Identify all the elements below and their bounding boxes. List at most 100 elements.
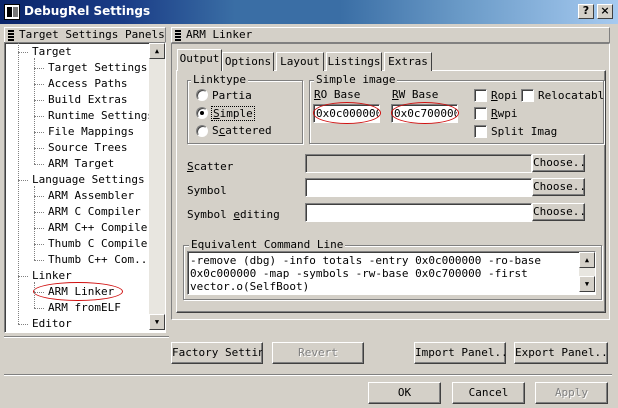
tree-connector [34,116,44,117]
tree-connector [34,196,44,197]
tab-listings[interactable]: Listings [326,52,382,71]
tree-item-label: File Mappings [48,125,135,138]
scroll-up-icon[interactable]: ▲ [579,252,595,268]
tree-item-label: Build Extras [48,93,128,106]
tree-connector [34,260,44,261]
tree-item[interactable]: ARM C++ Compiler [48,220,149,236]
grip-icon [175,30,181,41]
tree-item[interactable]: Access Paths [48,76,127,92]
panel-title: ARM Linker [186,28,253,41]
radio-simple[interactable] [196,107,208,119]
symbol-editing-choose-button[interactable]: Choose... [532,203,585,221]
symbol-choose-button[interactable]: Choose... [532,178,585,196]
ok-button[interactable]: OK [368,382,441,404]
tree-item-label: Thumb C Compiler [48,237,149,250]
tree-connector [34,58,35,164]
scatter-choose-button[interactable]: Choose... [532,154,585,172]
tree-scrollbar[interactable]: ▲ ▼ [149,43,165,330]
tree-item-label: Access Paths [48,77,128,90]
tree-connector [18,180,28,181]
radio-partial[interactable] [196,89,208,101]
symbol-editing-label: Symbol editing [187,208,280,221]
tab-options[interactable]: Options [222,52,274,71]
tree-connector [34,308,44,309]
rw-base-label: RW Base [392,88,439,101]
radio-scattered[interactable] [196,125,208,137]
tab-output[interactable]: Output [177,49,222,71]
title-bar[interactable]: DebugRel Settings ? × [0,0,618,24]
tree-item[interactable]: File Mappings [48,124,134,140]
scatter-input[interactable] [305,154,532,173]
tree-category[interactable]: Target [32,44,72,60]
scroll-down-icon[interactable]: ▼ [149,314,165,330]
tree-connector [34,132,44,133]
tree-category[interactable]: Editor [32,316,72,330]
tree-item[interactable]: ARM Target [48,156,114,172]
factory-settings-button[interactable]: Factory Settings [171,342,263,364]
tree-connector [18,52,28,53]
tree-connector [18,43,19,324]
rw-annotation-ellipse [391,102,459,124]
rwpi-checkbox[interactable] [474,107,487,120]
tree-panel-header: Target Settings Panels [4,27,166,43]
grip-icon [8,30,14,41]
revert-button[interactable]: Revert [272,342,364,364]
tree-item-label: Source Trees [48,141,128,154]
tree-item[interactable]: Source Trees [48,140,127,156]
tree-connector [34,244,44,245]
apply-button[interactable]: Apply [535,382,608,404]
tab-layout[interactable]: Layout [276,52,324,71]
command-line-scrollbar[interactable]: ▲ ▼ [579,252,595,292]
symbol-editing-input[interactable] [305,203,532,222]
relocatable-checkbox[interactable] [521,89,534,102]
command-line-text[interactable]: -remove (dbg) -info totals -entry 0x0c00… [187,251,596,295]
tree-item[interactable]: Thumb C Compiler [48,236,149,252]
tree-item-label: Target Settings [48,61,148,74]
separator [4,374,612,376]
tree-item-label: Runtime Settings [48,109,149,122]
command-line-row: -remove (dbg) -info totals -entry 0x0c00… [190,254,541,267]
tree-item[interactable]: ARM C Compiler [48,204,141,220]
radio-simple-label: Simple [211,106,255,121]
tree-item-label: ARM Target [48,157,115,170]
scroll-down-icon[interactable]: ▼ [579,276,595,292]
cancel-button[interactable]: Cancel [452,382,525,404]
radio-partial-label: Partia [212,89,252,102]
command-line-lines: -remove (dbg) -info totals -entry 0x0c00… [190,254,541,293]
tree-item[interactable]: Target Settings [48,60,147,76]
tree-item-label: ARM C++ Compiler [48,221,149,234]
close-button[interactable]: × [597,4,613,19]
scroll-up-icon[interactable]: ▲ [149,43,165,59]
tree-item-label: Target [32,45,72,58]
split-image-label: Split Imag [491,125,558,138]
symbol-input[interactable] [305,178,532,197]
tree-panel-title: Target Settings Panels [19,28,165,41]
linktype-legend: Linktype [191,73,248,86]
ro-base-label: RO Base [314,88,361,101]
tree-item-label: Thumb C++ Com... [48,253,149,266]
settings-tree[interactable]: Target Target Settings Access Paths Build E… [4,42,166,333]
tree-connector [18,324,28,325]
tree-item[interactable]: Thumb C++ Com... [48,252,149,268]
tree-item-label: ARM C Compiler [48,205,141,218]
rwpi-label: Rwpi [491,107,518,120]
tree-item[interactable]: Build Extras [48,92,127,108]
scatter-label: Scatter [187,160,234,173]
tree-connector [34,282,35,308]
app-icon [4,4,20,20]
selection-annotation-ellipse [33,282,123,301]
separator [4,336,169,338]
tree-connector [34,148,44,149]
ropi-checkbox[interactable] [474,89,487,102]
split-image-checkbox[interactable] [474,125,487,138]
window-title: DebugRel Settings [24,4,151,18]
tree-item[interactable]: Runtime Settings [48,108,149,124]
help-button[interactable]: ? [578,4,594,19]
tree-category[interactable]: Language Settings [32,172,145,188]
tree-item[interactable]: ARM fromELF [48,300,121,316]
tree-item[interactable]: ARM Assembler [48,188,134,204]
import-panel-button[interactable]: Import Panel... [414,342,506,364]
command-line-legend: Equivalent Command Line [189,238,346,251]
export-panel-button[interactable]: Export Panel... [514,342,608,364]
tab-extras[interactable]: Extras [384,52,432,71]
